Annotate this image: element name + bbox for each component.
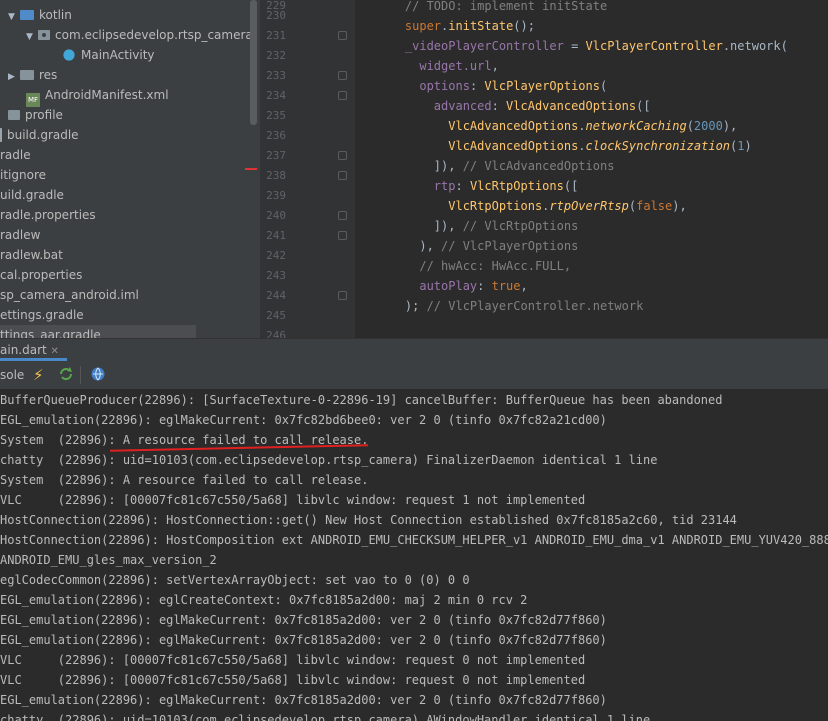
tree-scrollbar[interactable] [250, 0, 257, 125]
line-number: 243 [266, 269, 286, 282]
devtools-icon[interactable] [90, 361, 106, 389]
line-number: 232 [266, 49, 286, 62]
console-output[interactable]: BufferQueueProducer(22896): [SurfaceText… [0, 390, 828, 721]
line-number: 246 [266, 329, 286, 338]
tree-item-profile[interactable]: profile [8, 105, 63, 125]
code-line[interactable]: ]), // VlcRtpOptions [376, 216, 579, 236]
line-number: 235 [266, 109, 286, 122]
code-line[interactable]: advanced: VlcAdvancedOptions([ [376, 96, 651, 116]
chevron-down-icon[interactable]: ▼ [26, 27, 38, 47]
console-line[interactable]: HostConnection(22896): HostConnection::g… [0, 510, 737, 530]
fold-marker-icon[interactable] [338, 91, 347, 100]
tree-item-gitignore[interactable]: itignore [0, 165, 46, 185]
fold-marker-icon[interactable] [338, 171, 347, 180]
tree-item-gradlew[interactable]: radlew [0, 225, 40, 245]
code-line[interactable]: VlcRtpOptions.rtpOverRtsp(false), [376, 196, 686, 216]
code-line[interactable]: // hwAcc: HwAcc.FULL, [376, 256, 571, 276]
tree-item-kotlin[interactable]: ▼ kotlin [8, 5, 72, 25]
console-line[interactable]: EGL_emulation(22896): eglCreateContext: … [0, 590, 527, 610]
code-line[interactable]: VlcAdvancedOptions.networkCaching(2000), [376, 116, 737, 136]
project-tree: ▼ kotlin ▼ com.eclipsedevelop.rtsp_camera … [0, 0, 260, 338]
fold-marker-icon[interactable] [338, 71, 347, 80]
line-number: 242 [266, 249, 286, 262]
hot-restart-icon[interactable] [58, 361, 74, 389]
console-line[interactable]: EGL_emulation(22896): eglMakeCurrent: 0x… [0, 630, 607, 650]
folder-icon [20, 70, 34, 80]
tree-item-settings-gradle[interactable]: ettings.gradle [0, 305, 84, 325]
tree-item-local-properties[interactable]: cal.properties [0, 265, 82, 285]
tree-item-gradle-properties[interactable]: radle.properties [0, 205, 96, 225]
toolbar-divider [80, 366, 81, 384]
tree-item-res[interactable]: ▶ res [8, 65, 57, 85]
chevron-right-icon[interactable]: ▶ [8, 67, 20, 87]
fold-marker-icon[interactable] [338, 211, 347, 220]
code-line[interactable]: ]), // VlcAdvancedOptions [376, 156, 615, 176]
line-number: 231 [266, 29, 286, 42]
console-line[interactable]: VLC (22896): [00007fc81c67c550/5a68] lib… [0, 490, 585, 510]
code-line[interactable]: // TODO: implement initState [376, 0, 607, 16]
line-number: 241 [266, 229, 286, 242]
console-line[interactable]: BufferQueueProducer(22896): [SurfaceText… [0, 390, 722, 410]
close-icon[interactable]: ✕ [51, 346, 59, 357]
tab-console[interactable]: sole [0, 361, 24, 389]
console-line[interactable]: EGL_emulation(22896): eglMakeCurrent: 0x… [0, 690, 607, 710]
console-line[interactable]: EGL_emulation(22896): eglMakeCurrent: 0x… [0, 610, 607, 630]
code-line[interactable]: autoPlay: true, [376, 276, 527, 296]
line-number: 237 [266, 149, 286, 162]
line-number: 245 [266, 309, 286, 322]
folder-icon [20, 10, 34, 20]
kotlin-file-icon [63, 49, 75, 61]
line-number: 238 [266, 169, 286, 182]
code-line[interactable]: rtp: VlcRtpOptions([ [376, 176, 579, 196]
console-line[interactable]: eglCodecCommon(22896): setVertexArrayObj… [0, 570, 470, 590]
console-line[interactable]: VLC (22896): [00007fc81c67c550/5a68] lib… [0, 670, 585, 690]
line-number: 244 [266, 289, 286, 302]
folder-icon [8, 110, 20, 120]
line-number: 240 [266, 209, 286, 222]
console-line[interactable]: VLC (22896): [00007fc81c67c550/5a68] lib… [0, 650, 585, 670]
run-tab-bar: ain.dart ✕ [0, 338, 828, 361]
gradle-icon [0, 128, 2, 142]
console-line[interactable]: ANDROID_EMU_gles_max_version_2 [0, 550, 217, 570]
console-line[interactable]: HostConnection(22896): HostComposition e… [0, 530, 828, 550]
hot-reload-icon[interactable]: ⚡ [33, 361, 44, 389]
code-line[interactable]: VlcAdvancedOptions.clockSynchronization(… [376, 136, 751, 156]
tree-item-iml[interactable]: sp_camera_android.iml [0, 285, 139, 305]
fold-marker-icon[interactable] [338, 151, 347, 160]
console-line[interactable]: System (22896): A resource failed to cal… [0, 470, 368, 490]
gutter: 229 230 231 232 233 234 235 236 237 238 … [260, 0, 355, 338]
tree-item-settings-aar-gradle[interactable]: ttings_aar.gradle [0, 325, 196, 338]
code-line[interactable]: options: VlcPlayerOptions( [376, 76, 607, 96]
tab-main-dart[interactable]: ain.dart ✕ [0, 339, 67, 361]
chevron-down-icon[interactable]: ▼ [8, 7, 20, 27]
fold-marker-icon[interactable] [338, 231, 347, 240]
editor-area: ▼ kotlin ▼ com.eclipsedevelop.rtsp_camera … [0, 0, 828, 338]
code-editor[interactable]: 229 230 231 232 233 234 235 236 237 238 … [260, 0, 828, 338]
line-number: 233 [266, 69, 286, 82]
console-line[interactable]: chatty (22896): uid=10103(com.eclipsedev… [0, 710, 650, 721]
console-line[interactable]: EGL_emulation(22896): eglMakeCurrent: 0x… [0, 410, 607, 430]
line-number: 234 [266, 89, 286, 102]
tree-item-manifest[interactable]: MF AndroidManifest.xml [26, 85, 169, 107]
line-number: 230 [266, 9, 286, 22]
line-number: 239 [266, 189, 286, 202]
tree-item-gradle[interactable]: radle [0, 145, 31, 165]
tree-item-root-build-gradle[interactable]: uild.gradle [0, 185, 64, 205]
tree-item-build-gradle[interactable]: build.gradle [0, 125, 79, 145]
code-line[interactable]: _videoPlayerController = VlcPlayerContro… [376, 36, 788, 56]
code-line[interactable]: ); // VlcPlayerController.network [376, 296, 643, 316]
tree-item-mainactivity[interactable]: MainActivity [62, 45, 155, 65]
package-icon [38, 30, 50, 40]
line-number: 236 [266, 129, 286, 142]
console-line[interactable]: chatty (22896): uid=10103(com.eclipsedev… [0, 450, 657, 470]
fold-marker-icon[interactable] [338, 31, 347, 40]
fold-marker-icon[interactable] [338, 291, 347, 300]
tree-item-package[interactable]: ▼ com.eclipsedevelop.rtsp_camera [26, 25, 253, 45]
code-line[interactable]: widget.url, [376, 56, 498, 76]
error-marker [245, 168, 257, 170]
tree-item-gradlew-bat[interactable]: radlew.bat [0, 245, 63, 265]
run-toolbar: sole ⚡ [0, 361, 828, 390]
code-line[interactable]: ), // VlcPlayerOptions [376, 236, 578, 256]
code-line[interactable]: super.initState(); [376, 16, 535, 36]
